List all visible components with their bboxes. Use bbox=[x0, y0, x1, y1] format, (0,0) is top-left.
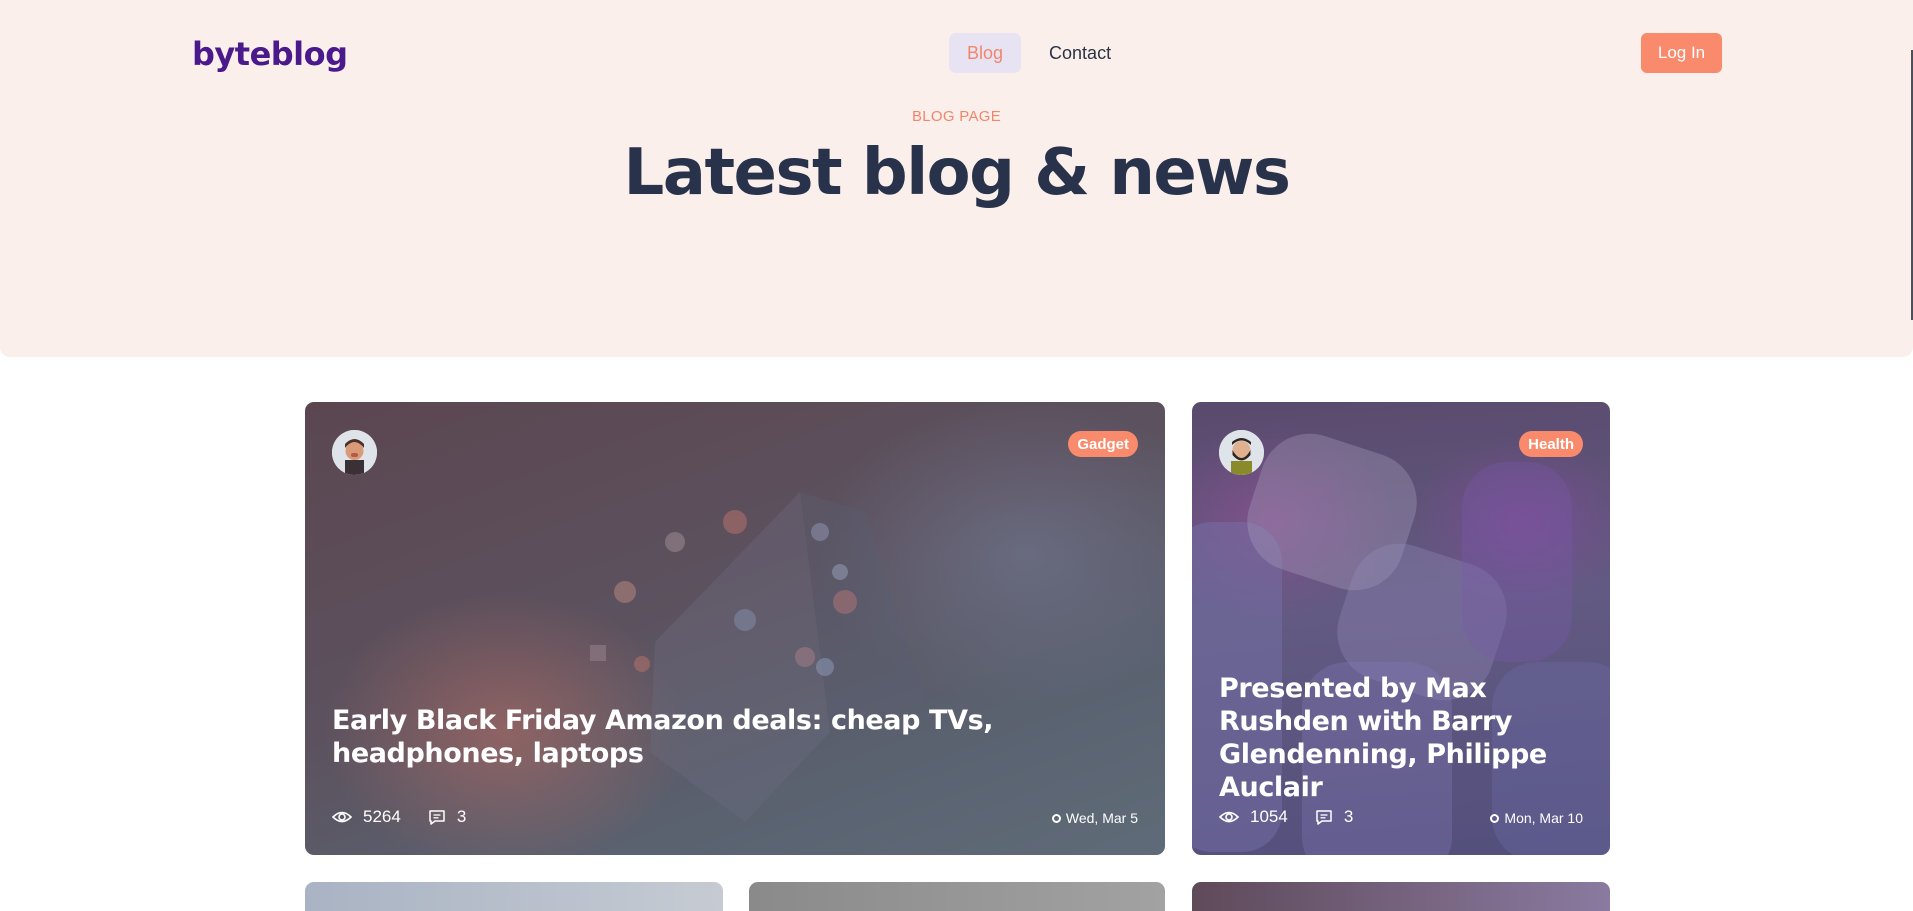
post-card-thumbnail[interactable] bbox=[1192, 882, 1610, 911]
post-date-text: Mon, Mar 10 bbox=[1504, 810, 1583, 826]
main-nav: Blog Contact bbox=[949, 33, 1129, 73]
view-count: 5264 bbox=[363, 807, 401, 826]
comment-count: 3 bbox=[1343, 807, 1354, 826]
post-card[interactable]: Health Presented by Max Rushden with Bar… bbox=[1192, 402, 1610, 855]
site-logo[interactable]: byteblog bbox=[192, 35, 348, 73]
post-date: Wed, Mar 5 bbox=[1051, 810, 1138, 826]
post-card-thumbnail[interactable] bbox=[749, 882, 1165, 911]
page-eyebrow: BLOG PAGE bbox=[911, 108, 1002, 125]
post-card[interactable]: Gadget Early Black Friday Amazon deals: … bbox=[305, 402, 1165, 855]
login-button[interactable]: Log In bbox=[1641, 33, 1722, 73]
page-title: Latest blog & news bbox=[623, 136, 1291, 210]
view-count: 1054 bbox=[1250, 807, 1288, 826]
comment-count: 3 bbox=[456, 807, 467, 826]
post-title[interactable]: Early Black Friday Amazon deals: cheap T… bbox=[332, 704, 1132, 770]
eye-icon bbox=[1219, 811, 1239, 823]
comment-icon bbox=[429, 809, 445, 825]
date-dot-icon bbox=[1051, 813, 1061, 823]
comment-icon bbox=[1316, 809, 1332, 825]
post-title[interactable]: Presented by Max Rushden with Barry Glen… bbox=[1219, 672, 1589, 804]
category-badge[interactable]: Gadget bbox=[1068, 431, 1138, 457]
author-avatar[interactable] bbox=[1219, 430, 1264, 475]
post-card-thumbnail[interactable] bbox=[305, 882, 723, 911]
post-stats: 5264 3 bbox=[332, 807, 493, 827]
category-badge[interactable]: Health bbox=[1519, 431, 1583, 457]
post-date-text: Wed, Mar 5 bbox=[1065, 810, 1138, 826]
post-date: Mon, Mar 10 bbox=[1490, 810, 1583, 826]
post-cover-illustration bbox=[590, 492, 925, 822]
post-stats: 1054 3 bbox=[1219, 807, 1380, 827]
nav-item-contact[interactable]: Contact bbox=[1031, 33, 1129, 73]
date-dot-icon bbox=[1490, 813, 1500, 823]
nav-item-blog[interactable]: Blog bbox=[949, 33, 1022, 73]
author-avatar[interactable] bbox=[332, 430, 377, 475]
hero-section: byteblog Blog Contact Log In BLOG PAGE L… bbox=[0, 0, 1913, 357]
eye-icon bbox=[332, 811, 352, 823]
